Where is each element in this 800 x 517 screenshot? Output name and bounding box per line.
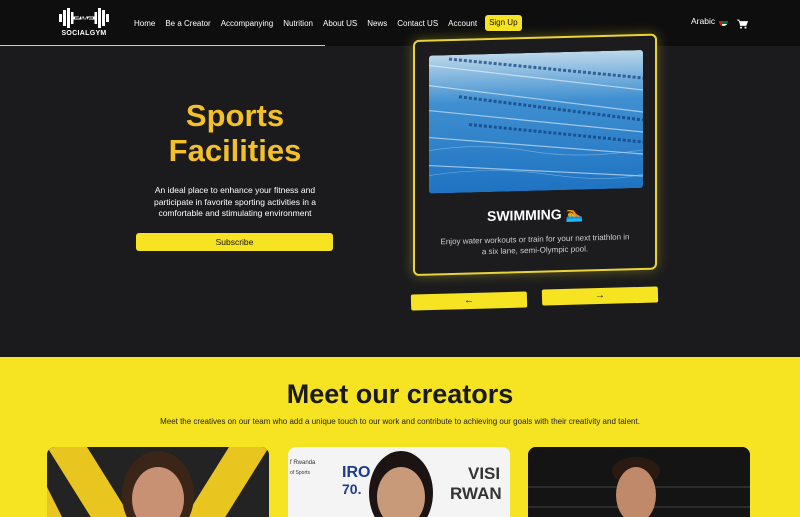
creator-card[interactable]: [528, 447, 750, 517]
creators-section: Meet our creators Meet the creatives on …: [0, 357, 800, 517]
facility-card-description: Enjoy water workouts or train for your n…: [440, 232, 630, 257]
photo-backdrop-text: VISI: [468, 464, 500, 483]
dumbbell-logo-icon: [59, 8, 109, 28]
swimming-pool-image: [429, 49, 643, 194]
top-navigation: SOCIALGYM Home Be a Creator Accompanying…: [0, 0, 800, 46]
photo-backdrop-text: of Sports: [290, 470, 311, 476]
logo-text: SOCIALGYM: [61, 30, 107, 37]
subscribe-button[interactable]: Subscribe: [136, 233, 333, 251]
facility-card-title: SWIMMING 🏊: [487, 205, 583, 225]
carousel-next-button[interactable]: →: [541, 286, 659, 306]
creator-photo: f Rwanda of Sports IRO 70. VISI RWAN: [288, 447, 510, 517]
language-switch[interactable]: Arabic: [691, 16, 715, 26]
socialgym-logo[interactable]: SOCIALGYM: [56, 6, 112, 40]
photo-backdrop-text: IRO: [342, 464, 370, 481]
nav-link-home[interactable]: Home: [134, 19, 155, 28]
cart-icon[interactable]: [737, 16, 749, 29]
creators-title: Meet our creators: [286, 379, 514, 409]
creator-card[interactable]: f Rwanda of Sports IRO 70. VISI RWAN: [288, 447, 510, 517]
uae-flag-icon[interactable]: [719, 17, 729, 26]
hero-title-line2: Facilities: [168, 133, 302, 168]
hero-title: Sports Facilities: [130, 98, 340, 168]
creator-photo: [47, 447, 269, 517]
nav-link-be-a-creator[interactable]: Be a Creator: [165, 19, 210, 28]
nav-link-news[interactable]: News: [367, 19, 387, 28]
hero-title-line1: Sports: [185, 98, 285, 133]
photo-backdrop-text: RWAN: [450, 484, 502, 503]
nav-link-nutrition[interactable]: Nutrition: [283, 19, 313, 28]
nav-link-account[interactable]: Account: [448, 19, 477, 28]
nav-right: Arabic: [691, 16, 749, 29]
nav-accent-line: [0, 45, 325, 46]
facility-card: SWIMMING 🏊 Enjoy water workouts or train…: [413, 33, 657, 277]
creators-subtitle: Meet the creatives on our team who add a…: [160, 417, 640, 426]
creator-card[interactable]: [47, 447, 269, 517]
nav-links: Home Be a Creator Accompanying Nutrition…: [134, 15, 522, 31]
creator-photo: [528, 447, 750, 517]
nav-link-about-us[interactable]: About US: [323, 19, 357, 28]
signup-button[interactable]: Sign Up: [485, 15, 522, 31]
nav-link-accompanying[interactable]: Accompanying: [221, 19, 273, 28]
nav-link-contact-us[interactable]: Contact US: [397, 19, 438, 28]
carousel-prev-button[interactable]: ←: [410, 291, 528, 311]
hero-description: An ideal place to enhance your fitness a…: [153, 185, 317, 218]
photo-backdrop-text: f Rwanda: [290, 460, 316, 466]
photo-backdrop-text: 70.: [342, 481, 361, 497]
